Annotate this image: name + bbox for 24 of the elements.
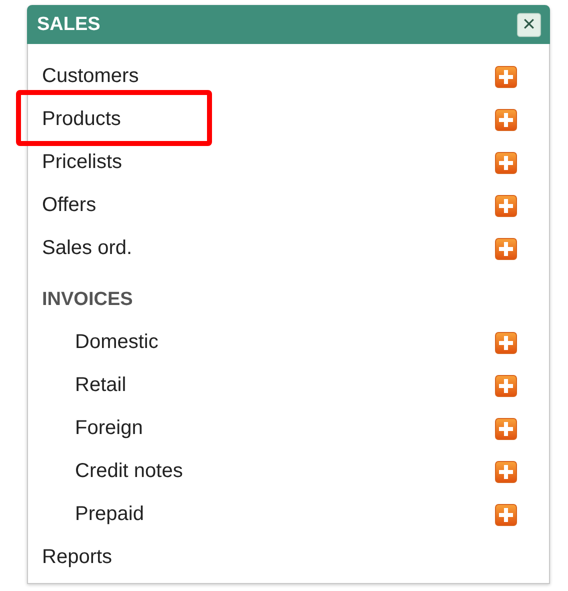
add-icon[interactable] xyxy=(495,504,517,526)
add-icon[interactable] xyxy=(495,418,517,440)
add-icon[interactable] xyxy=(495,152,517,174)
section-heading: INVOICES xyxy=(42,288,133,310)
menu-item[interactable]: Customers xyxy=(42,65,139,88)
menu-item[interactable]: Prepaid xyxy=(75,503,144,526)
menu-item[interactable]: Pricelists xyxy=(42,151,122,174)
add-icon[interactable] xyxy=(495,374,517,396)
add-icon[interactable] xyxy=(495,66,517,88)
close-button[interactable]: ✕ xyxy=(517,12,541,36)
menu-item[interactable]: Products xyxy=(42,108,121,131)
menu-item[interactable]: Domestic xyxy=(75,331,158,354)
add-icon[interactable] xyxy=(495,332,517,354)
menu-item[interactable]: Credit notes xyxy=(75,460,183,483)
add-icon[interactable] xyxy=(495,238,517,260)
add-icon[interactable] xyxy=(495,460,517,482)
menu-item[interactable]: Retail xyxy=(75,374,126,397)
add-icon[interactable] xyxy=(495,194,517,216)
menu-item[interactable]: Sales ord. xyxy=(42,237,132,260)
add-icon[interactable] xyxy=(495,108,517,130)
menu-item[interactable]: Foreign xyxy=(75,417,143,440)
menu-item[interactable]: Reports xyxy=(42,546,112,569)
menu-item[interactable]: Offers xyxy=(42,194,96,217)
panel-title: SALES xyxy=(37,14,100,36)
